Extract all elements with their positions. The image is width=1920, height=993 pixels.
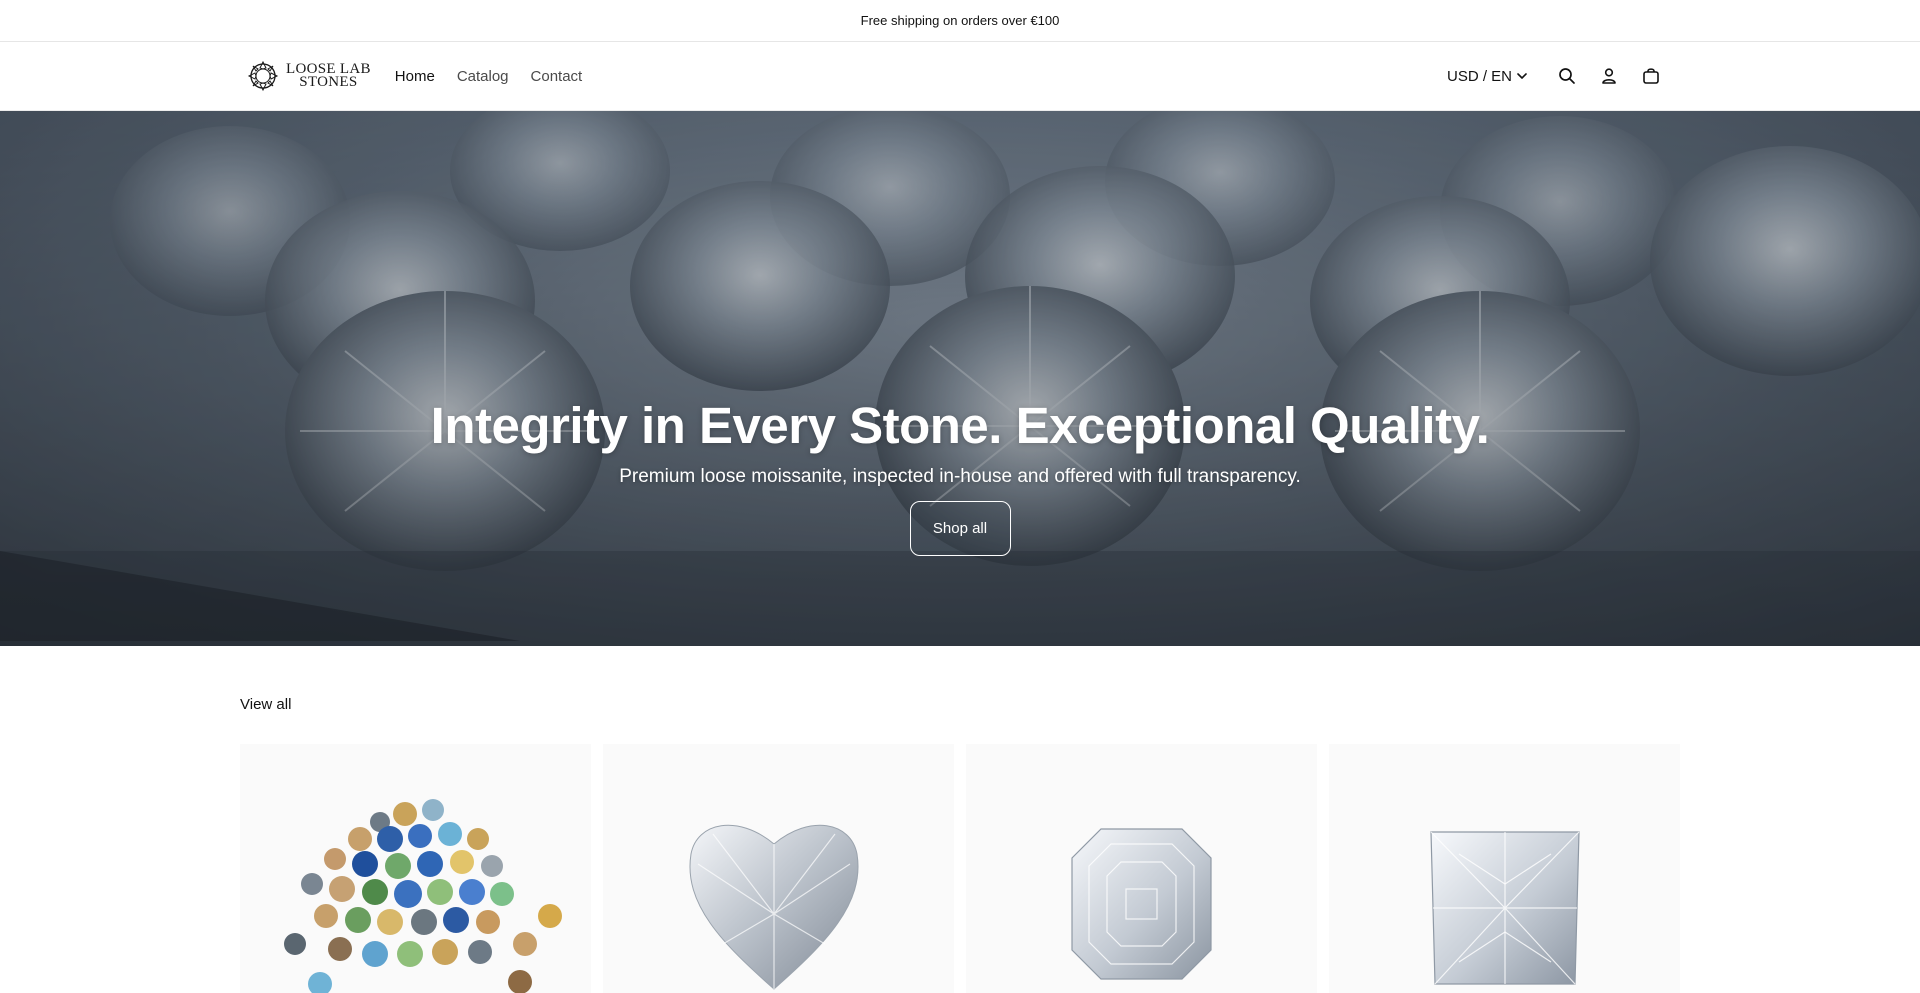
site-header: LOOSE LAB STONES Home Catalog Contact US…	[0, 42, 1920, 111]
hero-title: Integrity in Every Stone. Exceptional Qu…	[430, 397, 1490, 454]
view-all-link[interactable]: View all	[240, 696, 291, 713]
product-grid	[240, 744, 1680, 993]
shop-all-button[interactable]: Shop all	[909, 501, 1011, 556]
princess-cut-stone-image	[1430, 831, 1580, 985]
nav-contact-link[interactable]: Contact	[531, 68, 583, 85]
hero-diamonds-image	[0, 111, 1920, 646]
asscher-cut-stone-image	[1071, 828, 1212, 980]
product-card-asscher-stone[interactable]	[966, 744, 1317, 993]
cart-icon	[1643, 68, 1659, 84]
nav-home-link[interactable]: Home	[395, 68, 435, 85]
logo-line-2: STONES	[299, 74, 358, 90]
locale-label: USD / EN	[1446, 67, 1512, 85]
account-icon	[1602, 68, 1616, 84]
hero-banner: Integrity in Every Stone. Exceptional Qu…	[0, 111, 1920, 646]
chevron-down-icon	[1517, 73, 1527, 79]
search-button[interactable]	[1546, 55, 1588, 97]
search-icon	[1559, 68, 1575, 84]
locale-selector[interactable]: USD / EN	[1447, 68, 1528, 85]
nav-catalog-link[interactable]: Catalog	[457, 68, 509, 85]
store-logo[interactable]: LOOSE LAB STONES	[246, 59, 371, 93]
logo-wordmark: LOOSE LAB STONES	[286, 62, 371, 90]
heart-cut-stone-image	[689, 824, 859, 990]
product-card-heart-stone[interactable]	[603, 744, 954, 993]
product-card-princess-stone[interactable]	[1329, 744, 1680, 993]
main-nav: Home Catalog Contact	[395, 68, 582, 85]
announcement-text: Free shipping on orders over €100	[860, 13, 1060, 28]
assorted-colored-stones-image	[284, 799, 562, 993]
product-card-assorted-stones[interactable]	[240, 744, 591, 993]
hero-subtitle: Premium loose moissanite, inspected in-h…	[619, 466, 1301, 487]
account-button[interactable]	[1588, 55, 1630, 97]
cart-button[interactable]	[1630, 55, 1672, 97]
hero-content: Integrity in Every Stone. Exceptional Qu…	[0, 397, 1920, 556]
announcement-bar: Free shipping on orders over €100	[0, 0, 1920, 42]
header-actions: USD / EN	[1447, 55, 1672, 97]
diamond-logo-icon	[247, 60, 279, 92]
